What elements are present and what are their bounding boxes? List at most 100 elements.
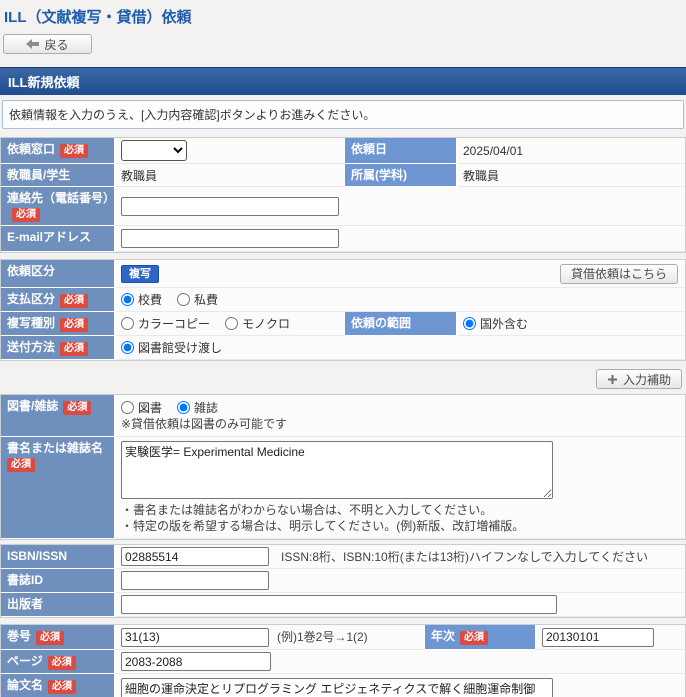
email-input[interactable] xyxy=(121,229,339,248)
bibid-input[interactable] xyxy=(121,571,269,590)
book-title-textarea[interactable]: 実験医学= Experimental Medicine xyxy=(121,441,553,499)
article-title-textarea[interactable]: 細胞の運命決定とリプログラミング エピジェネティクスで解く細胞運命制御 クロマチ… xyxy=(121,678,553,697)
payment-private-label: 私費 xyxy=(194,291,218,308)
panel-title: ILL新規依頼 xyxy=(0,67,686,95)
info-message: 依頼情報を入力のうえ、[入力内容確認]ボタンよりお進みください。 xyxy=(2,100,684,129)
scope-label: 依頼の範囲 xyxy=(344,312,458,336)
kind-label-text: 図書/雑誌 xyxy=(7,399,58,413)
delivery-row: 送付方法必須 図書館受け渡し xyxy=(1,336,685,360)
delivery-cell: 図書館受け渡し xyxy=(116,336,685,360)
request-type-label-text: 依頼区分 xyxy=(7,264,55,278)
copy-kind-cell: カラーコピー モノクロ xyxy=(116,312,344,336)
request-type-label: 依頼区分 xyxy=(1,260,116,288)
copy-kind-label-text: 複写種別 xyxy=(7,316,55,330)
publisher-row: 出版者 xyxy=(1,593,685,617)
back-button[interactable]: 戻る xyxy=(3,34,92,54)
copy-color-option[interactable]: カラーコピー xyxy=(121,315,210,332)
copy-mono-radio[interactable] xyxy=(225,317,238,330)
pages-row: ページ必須 xyxy=(1,650,685,674)
required-badge: 必須 xyxy=(63,401,91,415)
role-value: 教職員 xyxy=(116,164,344,187)
bib-id-table: ISBN/ISSN ISSN:8桁、ISBN:10桁(または13桁)ハイフンなし… xyxy=(0,544,686,618)
required-badge: 必須 xyxy=(36,631,64,645)
required-badge: 必須 xyxy=(60,342,88,356)
page-title: ILL（文献複写・貸借）依頼 xyxy=(0,0,686,30)
role-label-text: 教職員/学生 xyxy=(7,168,70,182)
payment-public-radio[interactable] xyxy=(121,293,134,306)
bib-title-table: 図書/雑誌必須 図書 雑誌 ※貸借依頼は図書のみ可能です 書名または雑誌名必須 … xyxy=(0,394,686,540)
delivery-library-option[interactable]: 図書館受け渡し xyxy=(121,339,222,356)
back-button-label: 戻る xyxy=(44,36,68,53)
scope-overseas-option[interactable]: 国外含む xyxy=(463,315,528,332)
copy-color-label: カラーコピー xyxy=(138,315,210,332)
publisher-input[interactable] xyxy=(121,595,557,614)
scope-label-text: 依頼の範囲 xyxy=(351,316,411,330)
input-assist-button[interactable]: 入力補助 xyxy=(596,369,682,389)
dept-value: 教職員 xyxy=(458,164,685,187)
publisher-cell xyxy=(116,593,685,617)
kind-journal-option[interactable]: 雑誌 xyxy=(177,399,218,416)
volume-input[interactable] xyxy=(121,628,269,647)
phone-label-text: 連絡先（電話番号） xyxy=(7,191,115,205)
pages-cell xyxy=(116,650,685,674)
email-row: E-mailアドレス xyxy=(1,226,685,252)
phone-input[interactable] xyxy=(121,197,339,216)
kind-label: 図書/雑誌必須 xyxy=(1,395,116,437)
book-title-label: 書名または雑誌名必須 xyxy=(1,437,116,539)
request-date-label: 依頼日 xyxy=(344,138,458,164)
pages-input[interactable] xyxy=(121,652,271,671)
request-window-select[interactable] xyxy=(121,140,187,161)
request-window-label: 依頼窓口必須 xyxy=(1,138,116,164)
email-cell xyxy=(116,226,685,252)
request-type-row: 依頼区分 複写 貸借依頼はこちら xyxy=(1,260,685,288)
bibid-row: 書誌ID xyxy=(1,569,685,593)
isbn-label-text: ISBN/ISSN xyxy=(7,549,67,563)
publisher-label: 出版者 xyxy=(1,593,116,617)
required-badge: 必須 xyxy=(460,631,488,645)
copy-color-radio[interactable] xyxy=(121,317,134,330)
scope-overseas-radio[interactable] xyxy=(463,317,476,330)
loan-request-button-label: 貸借依頼はこちら xyxy=(571,265,667,282)
kind-journal-label: 雑誌 xyxy=(194,399,218,416)
kind-book-label: 図書 xyxy=(138,399,162,416)
payment-public-option[interactable]: 校費 xyxy=(121,291,162,308)
loan-request-button[interactable]: 貸借依頼はこちら xyxy=(560,264,678,284)
kind-options: 図書 雑誌 xyxy=(121,399,233,416)
copy-mono-option[interactable]: モノクロ xyxy=(225,315,290,332)
payment-private-radio[interactable] xyxy=(177,293,190,306)
year-cell xyxy=(537,625,685,650)
publisher-label-text: 出版者 xyxy=(7,597,43,611)
isbn-cell: ISSN:8桁、ISBN:10桁(または13桁)ハイフンなしで入力してください xyxy=(116,545,685,569)
required-badge: 必須 xyxy=(60,144,88,158)
isbn-label: ISBN/ISSN xyxy=(1,545,116,569)
delivery-label: 送付方法必須 xyxy=(1,336,116,360)
scope-cell: 国外含む xyxy=(458,312,685,336)
year-input[interactable] xyxy=(542,628,654,647)
request-type-cell: 複写 貸借依頼はこちら xyxy=(116,260,685,288)
payment-row: 支払区分必須 校費 私費 xyxy=(1,288,685,312)
kind-book-option[interactable]: 図書 xyxy=(121,399,162,416)
delivery-library-radio[interactable] xyxy=(121,341,134,354)
book-title-note-2: ・特定の版を希望する場合は、明示してください。(例)新版、改訂増補版。 xyxy=(121,518,524,534)
kind-journal-radio[interactable] xyxy=(177,401,190,414)
isbn-note: ISSN:8桁、ISBN:10桁(または13桁)ハイフンなしで入力してください xyxy=(281,549,648,565)
phone-label: 連絡先（電話番号） 必須 xyxy=(1,187,116,226)
copy-kind-label: 複写種別必須 xyxy=(1,312,116,336)
year-label-text: 年次 xyxy=(431,629,455,643)
isbn-input[interactable] xyxy=(121,547,269,566)
payment-private-option[interactable]: 私費 xyxy=(177,291,218,308)
kind-book-radio[interactable] xyxy=(121,401,134,414)
article-title-row: 論文名必須 細胞の運命決定とリプログラミング エピジェネティクスで解く細胞運命制… xyxy=(1,674,685,697)
request-window-cell xyxy=(116,138,344,164)
back-arrow-icon xyxy=(26,39,39,49)
article-table: 巻号必須 (例)1巻2号→1(2) 年次必須 ページ必須 論文名必須 細胞の運命… xyxy=(0,624,686,697)
volume-cell: (例)1巻2号→1(2) xyxy=(116,625,424,650)
copy-mono-label: モノクロ xyxy=(242,315,290,332)
required-badge: 必須 xyxy=(12,208,40,222)
input-assist-button-label: 入力補助 xyxy=(623,371,671,388)
dept-label: 所属(学科) xyxy=(344,164,458,187)
input-assist-row: 入力補助 xyxy=(0,361,686,394)
article-title-label: 論文名必須 xyxy=(1,674,116,697)
request-type-table: 依頼区分 複写 貸借依頼はこちら 支払区分必須 校費 私費 複写種別必須 xyxy=(0,259,686,361)
kind-cell: 図書 雑誌 ※貸借依頼は図書のみ可能です xyxy=(116,395,685,437)
